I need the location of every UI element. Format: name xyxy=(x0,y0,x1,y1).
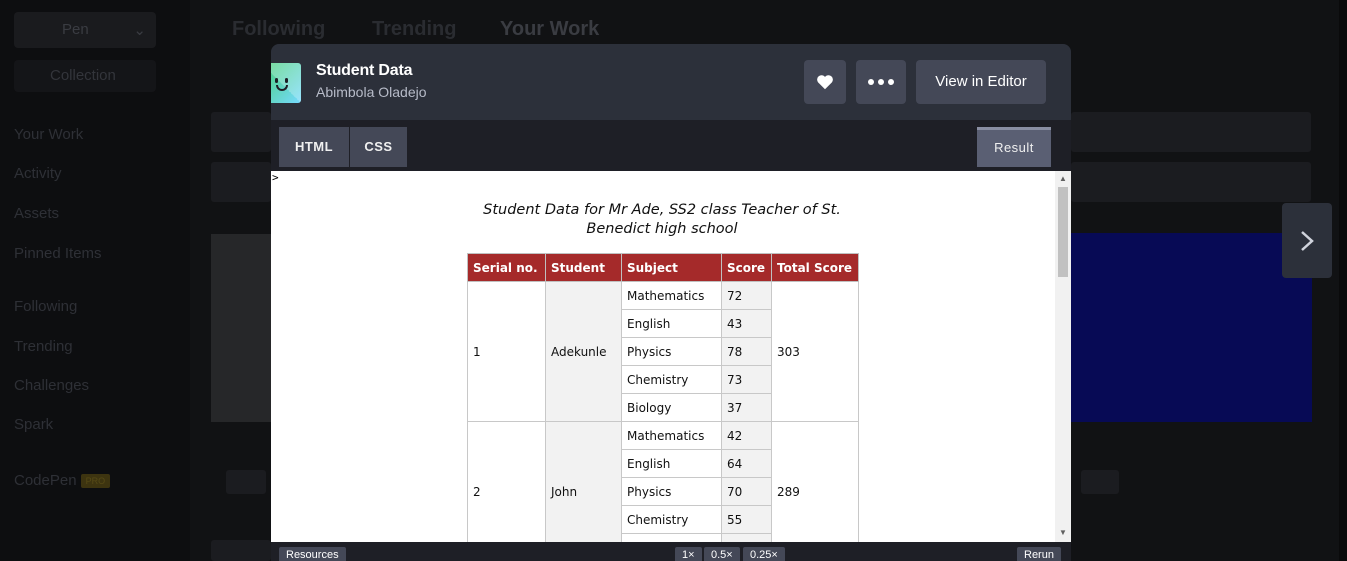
score-cell: 72 xyxy=(721,281,772,310)
subject-cell: Mathematics xyxy=(621,421,722,450)
pro-badge: PRO xyxy=(80,474,111,489)
nav-assets[interactable]: Assets xyxy=(14,205,59,222)
nav-codepen-pro[interactable]: CodePen PRO xyxy=(14,472,111,489)
nav-activity[interactable]: Activity xyxy=(14,165,62,182)
table-header-row: Serial no. Student Subject Score Total S… xyxy=(467,253,859,282)
like-button[interactable] xyxy=(804,60,846,104)
table-row: 1 Adekunle Mathematics 72 303 xyxy=(467,281,859,422)
more-options-button[interactable] xyxy=(856,60,906,104)
serial-cell: 2 xyxy=(467,421,546,542)
new-pen-button[interactable]: Pen ⌄ xyxy=(14,12,156,48)
score-cell: 70 xyxy=(721,477,772,506)
header-subject: Subject xyxy=(621,253,722,282)
bg-filter-field xyxy=(1071,162,1311,202)
page-scrollbar[interactable] xyxy=(1339,0,1347,561)
subject-cell: Chemistry xyxy=(621,505,722,534)
bg-tab-following[interactable]: Following xyxy=(232,18,325,41)
subject-cell: English xyxy=(621,449,722,478)
subject-cell: Chemistry xyxy=(621,365,722,394)
bg-filter-field xyxy=(211,162,271,202)
total-score-cell: 289 xyxy=(771,421,859,542)
bg-card-button xyxy=(1081,470,1119,494)
tab-css[interactable]: CSS xyxy=(350,127,407,167)
score-cell: 55 xyxy=(721,505,772,534)
pen-title[interactable]: Student Data xyxy=(316,62,412,80)
bg-pen-card-preview xyxy=(211,540,271,561)
modal-header: Student Data Abimbola Oladejo View in Ed… xyxy=(271,44,1071,120)
new-pen-label: Pen xyxy=(62,21,89,38)
header-serial: Serial no. xyxy=(467,253,546,282)
scroll-up-arrow-icon[interactable]: ▲ xyxy=(1059,174,1067,183)
new-collection-button[interactable]: Collection xyxy=(14,60,156,92)
rerun-button[interactable]: Rerun xyxy=(1017,547,1061,561)
next-pen-button[interactable] xyxy=(1282,203,1332,278)
subject-cell: Mathematics xyxy=(621,281,722,310)
zoom-0-25x-button[interactable]: 0.25× xyxy=(743,547,785,561)
student-cell: John xyxy=(545,421,622,542)
caption-line: Student Data for Mr Ade, SS2 class Teach… xyxy=(483,202,841,218)
modal-footer: Resources 1× 0.5× 0.25× Rerun xyxy=(271,542,1071,561)
heart-icon xyxy=(817,75,833,90)
zoom-0-5x-button[interactable]: 0.5× xyxy=(704,547,740,561)
nav-codepen-label: CodePen xyxy=(14,472,77,489)
nav-spark[interactable]: Spark xyxy=(14,416,53,433)
background-sidebar: Pen ⌄ Collection Your Work Activity Asse… xyxy=(0,0,190,561)
caption-line: Benedict high school xyxy=(586,221,738,237)
bg-filter-field xyxy=(1071,112,1311,152)
stray-text: > xyxy=(272,171,279,184)
score-cell: 78 xyxy=(721,337,772,366)
subject-cell: Physics xyxy=(621,337,722,366)
nav-trending[interactable]: Trending xyxy=(14,338,73,355)
score-cell: 43 xyxy=(721,309,772,338)
result-scrollbar[interactable]: ▲ ▼ xyxy=(1055,171,1071,542)
nav-following[interactable]: Following xyxy=(14,298,77,315)
zoom-1x-button[interactable]: 1× xyxy=(675,547,702,561)
score-cell: 37 xyxy=(721,393,772,422)
new-collection-label: Collection xyxy=(50,67,116,84)
bg-tab-your-work[interactable]: Your Work xyxy=(500,18,599,41)
subject-cell: Physics xyxy=(621,477,722,506)
header-score: Score xyxy=(721,253,772,282)
subject-cell: English xyxy=(621,309,722,338)
table-caption: Student Data for Mr Ade, SS2 class Teach… xyxy=(467,201,857,239)
serial-cell: 1 xyxy=(467,281,546,422)
header-student: Student xyxy=(545,253,622,282)
resources-button[interactable]: Resources xyxy=(279,547,346,561)
result-preview: > Student Data for Mr Ade, SS2 class Tea… xyxy=(271,171,1071,542)
header-total-score: Total Score xyxy=(771,253,859,282)
codepen-pen-logo-icon xyxy=(271,63,301,103)
more-dots-icon xyxy=(868,79,894,85)
tab-result[interactable]: Result xyxy=(977,127,1051,167)
pen-author[interactable]: Abimbola Oladejo xyxy=(316,84,427,100)
nav-challenges[interactable]: Challenges xyxy=(14,377,89,394)
view-in-editor-button[interactable]: View in Editor xyxy=(916,60,1046,104)
nav-pinned-items[interactable]: Pinned Items xyxy=(14,245,102,262)
subject-cell: Biology xyxy=(621,393,722,422)
chevron-right-icon xyxy=(1301,231,1314,251)
student-data-table: Serial no. Student Subject Score Total S… xyxy=(467,253,859,542)
editor-tabs: HTML CSS Result xyxy=(271,120,1071,170)
table-row: 2 John Mathematics 42 289 xyxy=(467,421,859,542)
nav-your-work[interactable]: Your Work xyxy=(14,126,83,143)
total-score-cell: 303 xyxy=(771,281,859,422)
bg-filter-field xyxy=(211,112,271,152)
score-cell: 73 xyxy=(721,365,772,394)
bg-card-button xyxy=(226,470,266,494)
subject-cell xyxy=(621,533,722,542)
bg-pen-card-preview xyxy=(1071,233,1312,422)
scrollbar-thumb[interactable] xyxy=(1058,187,1068,277)
score-cell xyxy=(721,533,772,542)
score-cell: 42 xyxy=(721,421,772,450)
student-cell: Adekunle xyxy=(545,281,622,422)
scroll-down-arrow-icon[interactable]: ▼ xyxy=(1059,528,1067,537)
bg-tab-trending[interactable]: Trending xyxy=(372,18,456,41)
chevron-down-icon: ⌄ xyxy=(133,22,146,39)
pen-preview-modal: Student Data Abimbola Oladejo View in Ed… xyxy=(271,44,1071,561)
score-cell: 64 xyxy=(721,449,772,478)
tab-html[interactable]: HTML xyxy=(279,127,349,167)
